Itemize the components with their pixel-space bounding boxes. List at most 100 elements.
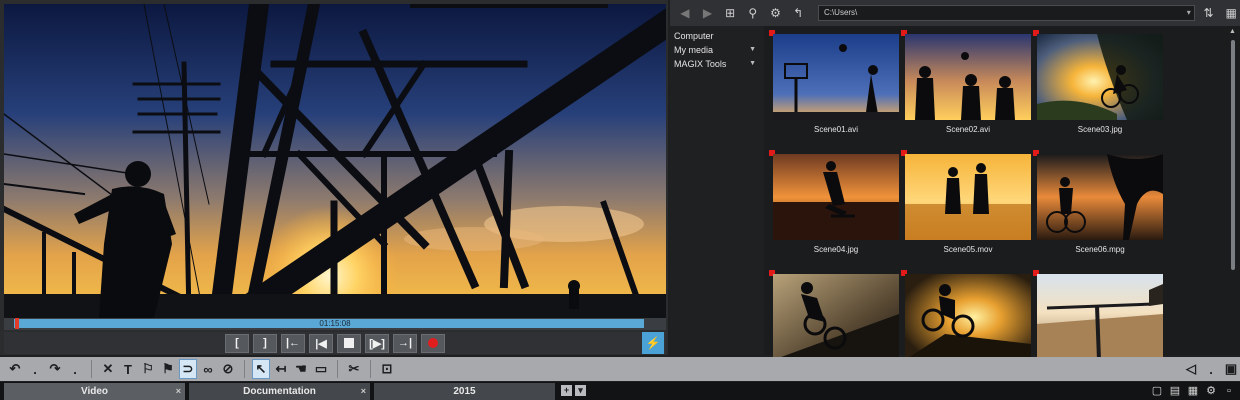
record-icon <box>428 338 438 348</box>
expand-icon[interactable]: ▫ <box>1222 384 1236 398</box>
thumbnail <box>1037 274 1163 360</box>
media-item[interactable] <box>1033 270 1163 360</box>
forward-icon[interactable]: ▶ <box>699 4 717 22</box>
chevron-down-icon[interactable]: ▼ <box>749 57 756 71</box>
preview-timeline[interactable]: 01:15:08 <box>4 318 666 330</box>
record-button[interactable] <box>421 333 445 353</box>
chevron-down-icon[interactable]: ▾ <box>1187 6 1191 20</box>
media-item[interactable]: Scene01.avi <box>769 30 899 134</box>
path-field[interactable]: C:\Users\ ▾ <box>817 5 1195 21</box>
storyboard-view-icon[interactable]: ▢ <box>1150 384 1164 398</box>
media-item[interactable] <box>901 270 1031 360</box>
scroll-thumb[interactable] <box>1231 40 1235 270</box>
thumbnail <box>905 154 1031 240</box>
thumbnail <box>773 274 899 360</box>
tab-2015[interactable]: 2015 <box>374 383 555 400</box>
lightning-button[interactable]: ⚡ <box>642 332 664 354</box>
divider <box>91 360 92 378</box>
set-in-button[interactable]: [ <box>225 333 249 353</box>
pointer-icon[interactable]: ↖ <box>252 359 270 379</box>
media-item[interactable] <box>769 270 899 360</box>
tree-item-computer[interactable]: Computer <box>670 29 764 43</box>
volume-menu-icon[interactable]: . <box>1202 359 1220 379</box>
thumbnail <box>1037 34 1163 120</box>
transport-controls: [ ] |← |◀ [▶] →| ⚡ <box>4 332 666 354</box>
thumbnail <box>905 34 1031 120</box>
tab-video[interactable]: Video × <box>4 383 185 400</box>
media-item-name: Scene06.mpg <box>1075 245 1125 254</box>
redo-button[interactable]: ↷ <box>46 359 64 379</box>
add-tab-button[interactable]: + <box>561 385 572 396</box>
redo-menu-icon[interactable]: . <box>66 359 84 379</box>
tab-label: Documentation <box>243 386 316 397</box>
delete-button[interactable]: ✕ <box>99 359 117 379</box>
thumbnail <box>773 34 899 120</box>
media-item[interactable]: Scene03.jpg <box>1033 30 1163 134</box>
media-scrollbar[interactable]: ▲ <box>1228 26 1238 355</box>
up-folder-icon[interactable]: ↰ <box>789 4 807 22</box>
flag-icon[interactable]: ⚑ <box>159 359 177 379</box>
close-icon[interactable]: × <box>176 383 181 400</box>
prev-marker-button[interactable]: |◀ <box>309 333 333 353</box>
gear-icon[interactable]: ⚙ <box>767 4 785 22</box>
folder-tree: Computer My media ▼ MAGIX Tools ▼ <box>670 26 764 355</box>
tree-item-my-media[interactable]: My media ▼ <box>670 43 764 57</box>
divider <box>244 360 245 378</box>
tab-label: 2015 <box>453 386 476 397</box>
volume-icon[interactable]: ◁ <box>1182 359 1200 379</box>
tab-menu-button[interactable]: ▾ <box>575 385 586 396</box>
scroll-up-icon[interactable]: ▲ <box>1229 28 1236 35</box>
stop-icon <box>344 338 354 348</box>
group-icon[interactable]: ⊃ <box>179 359 197 379</box>
sort-icon[interactable]: ⇅ <box>1200 4 1218 22</box>
undo-menu-icon[interactable]: . <box>26 359 44 379</box>
hand-icon[interactable]: ☚ <box>292 359 310 379</box>
jump-start-button[interactable]: |← <box>281 333 305 353</box>
unlink-icon[interactable]: ⊘ <box>219 359 237 379</box>
media-item[interactable]: Scene06.mpg <box>1033 150 1163 254</box>
tree-item-label: MAGIX Tools <box>674 59 727 69</box>
project-tabs: Video × Documentation × 2015 + ▾ ▢ ▤ ▦ ⚙… <box>0 382 1240 400</box>
thumbnail <box>1037 154 1163 240</box>
video-preview[interactable] <box>4 4 666 318</box>
set-out-button[interactable]: ] <box>253 333 277 353</box>
timeline-view-icon[interactable]: ▤ <box>1168 384 1182 398</box>
mixer-view-icon[interactable]: ⚙ <box>1204 384 1218 398</box>
close-icon[interactable]: × <box>361 383 366 400</box>
path-text: C:\Users\ <box>823 8 858 17</box>
timecode-display: 01:15:08 <box>319 319 351 328</box>
media-item-name: Scene03.jpg <box>1077 125 1123 134</box>
overview-view-icon[interactable]: ▦ <box>1186 384 1200 398</box>
tab-documentation[interactable]: Documentation × <box>189 383 370 400</box>
play-button[interactable]: [▶] <box>365 333 389 353</box>
ripple-icon[interactable]: ↤ <box>272 359 290 379</box>
media-grid: Scene01.avi Scene02.avi Scene03.jpg Scen… <box>769 30 1230 360</box>
folder-tree-icon[interactable]: ⊞ <box>721 4 739 22</box>
media-item[interactable]: Scene02.avi <box>901 30 1031 134</box>
media-item[interactable]: Scene04.jpg <box>769 150 899 254</box>
title-text-button[interactable]: T <box>119 359 137 379</box>
view-grid-icon[interactable]: ▦ <box>1222 4 1240 22</box>
binoculars-icon[interactable]: ⚲ <box>744 4 762 22</box>
media-item[interactable]: Scene05.mov <box>901 150 1031 254</box>
undo-button[interactable]: ↶ <box>6 359 24 379</box>
screen-icon[interactable]: ▣ <box>1222 359 1240 379</box>
media-item-name: Scene02.avi <box>945 125 991 134</box>
tab-label: Video <box>80 386 109 397</box>
media-item-name: Scene04.jpg <box>813 245 859 254</box>
stop-button[interactable] <box>337 333 361 353</box>
thumbnail <box>773 154 899 240</box>
link-icon[interactable]: ∞ <box>199 359 217 379</box>
chevron-down-icon[interactable]: ▼ <box>749 43 756 57</box>
media-pool-toolbar: ◀ ▶ ⊞ ⚲ ⚙ ↰ C:\Users\ ▾ ⇅ ▦ <box>670 0 1240 26</box>
range-icon[interactable]: ▭ <box>312 359 330 379</box>
tree-item-magix-tools[interactable]: MAGIX Tools ▼ <box>670 57 764 71</box>
tree-item-label: Computer <box>674 31 714 41</box>
back-icon[interactable]: ◀ <box>676 4 694 22</box>
jump-end-button[interactable]: →| <box>393 333 417 353</box>
thumbnail <box>905 274 1031 360</box>
marker-icon[interactable]: ⚐ <box>139 359 157 379</box>
zoom-icon[interactable]: ⊡ <box>378 359 396 379</box>
razor-icon[interactable]: ✂ <box>345 359 363 379</box>
preview-monitor: 01:15:08 [ ] |← |◀ [▶] →| ⚡ <box>0 0 668 355</box>
